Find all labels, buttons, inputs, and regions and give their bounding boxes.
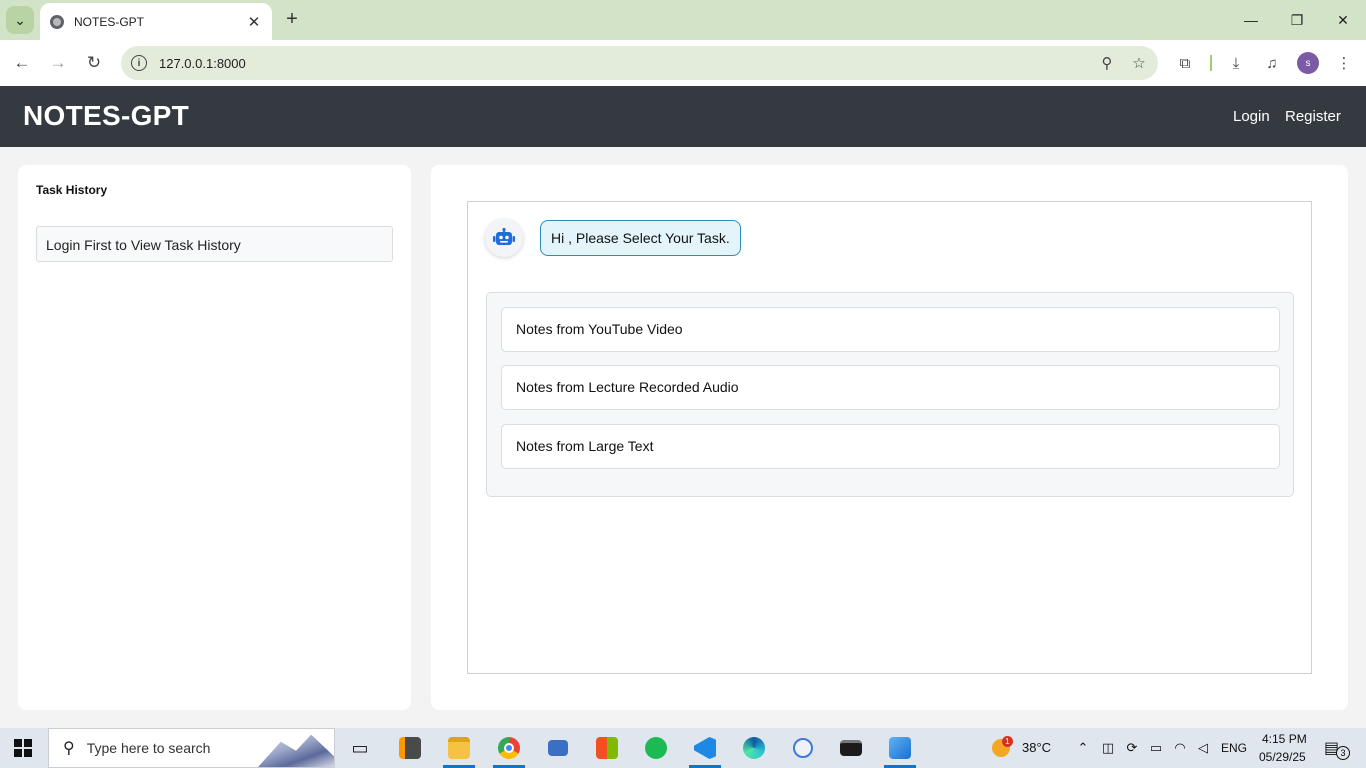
- taskbar-app-chrome[interactable]: [489, 728, 529, 768]
- task-history-title: Task History: [36, 183, 108, 197]
- taskbar-app-edge[interactable]: [734, 728, 774, 768]
- weather-temperature: 38°C: [1022, 740, 1052, 755]
- sublime-text-icon: [399, 737, 421, 759]
- forward-button[interactable]: →: [44, 49, 72, 77]
- robot-icon: [493, 228, 515, 245]
- reload-button[interactable]: ↻: [80, 49, 108, 77]
- download-icon[interactable]: ⤓: [1223, 50, 1249, 76]
- taskbar-app-generic[interactable]: [783, 728, 823, 768]
- bot-greeting-bubble: Hi , Please Select Your Task.: [540, 220, 741, 256]
- spotify-icon: [645, 737, 667, 759]
- taskbar-app-explorer[interactable]: [439, 728, 479, 768]
- chevron-down-icon: ⌄: [14, 11, 26, 28]
- taskbar-app-spotify[interactable]: [636, 728, 676, 768]
- task-history-empty-message: Login First to View Task History: [36, 226, 393, 262]
- windows-start-icon[interactable]: [14, 739, 32, 757]
- vscode-icon: [694, 737, 716, 759]
- store-icon: [596, 737, 618, 759]
- profile-avatar[interactable]: s: [1297, 52, 1319, 74]
- app-launcher-icon: [793, 738, 813, 758]
- task-options-list: Notes from YouTube Video Notes from Lect…: [486, 292, 1294, 497]
- weather-widget[interactable]: 1 38°C: [990, 736, 1060, 760]
- search-icon: ⚲: [63, 740, 75, 757]
- option-text-notes[interactable]: Notes from Large Text: [501, 424, 1280, 469]
- search-highlight-image: [258, 734, 334, 767]
- show-hidden-icons-icon[interactable]: ⌃: [1075, 740, 1091, 756]
- more-menu-icon[interactable]: ⋮: [1331, 50, 1357, 76]
- taskbar-app-network[interactable]: [538, 728, 578, 768]
- language-indicator[interactable]: ENG: [1221, 741, 1247, 755]
- tab-search-button[interactable]: ⌄: [6, 6, 34, 34]
- restore-button[interactable]: ❐: [1282, 6, 1312, 34]
- edge-icon: [743, 737, 765, 759]
- site-navbar: NOTES-GPT Login Register: [0, 86, 1366, 147]
- windows-taskbar: ⚲ Type here to search ▭ 1 38°C ⌃ ◫ ⟳ ▭ ◠…: [0, 728, 1366, 768]
- terminal-icon: [840, 740, 862, 756]
- brand-logo-text[interactable]: NOTES-GPT: [23, 100, 189, 132]
- taskbar-app-vscode[interactable]: [685, 728, 725, 768]
- login-link[interactable]: Login: [1233, 108, 1270, 125]
- tab-title: NOTES-GPT: [74, 14, 145, 29]
- taskbar-app-terminal[interactable]: [831, 728, 871, 768]
- task-view-button[interactable]: ▭: [340, 728, 380, 768]
- bookmark-star-icon[interactable]: ☆: [1126, 50, 1152, 76]
- task-history-panel: Task History Login First to View Task Hi…: [18, 165, 411, 710]
- taskbar-search[interactable]: ⚲ Type here to search: [48, 728, 335, 768]
- new-tab-button[interactable]: +: [281, 8, 303, 30]
- page-content: Task History Login First to View Task Hi…: [0, 147, 1366, 728]
- taskbar-search-placeholder: Type here to search: [86, 740, 211, 756]
- chrome-icon: [498, 737, 520, 759]
- toolbar-divider: [1210, 55, 1212, 71]
- browser-tab-strip: ⌄ NOTES-GPT ✕ + — ❐ ✕: [0, 0, 1366, 40]
- weather-alert-badge: 1: [1002, 736, 1013, 747]
- option-youtube-notes[interactable]: Notes from YouTube Video: [501, 307, 1280, 352]
- network-tool-icon: [548, 740, 568, 756]
- notification-center-button[interactable]: ▤ 3: [1322, 738, 1352, 760]
- sync-icon[interactable]: ⟳: [1124, 740, 1140, 756]
- close-icon[interactable]: ✕: [244, 12, 264, 32]
- globe-icon: [50, 14, 64, 29]
- window-close-button[interactable]: ✕: [1328, 6, 1358, 34]
- battery-icon[interactable]: ▭: [1148, 740, 1164, 756]
- url-text[interactable]: 127.0.0.1:8000: [159, 56, 1094, 71]
- info-icon[interactable]: i: [131, 55, 147, 71]
- notification-count-badge: 3: [1336, 746, 1350, 760]
- media-control-icon[interactable]: ♫: [1259, 50, 1285, 76]
- chat-panel: Hi , Please Select Your Task. Notes from…: [431, 165, 1348, 710]
- chat-window: Hi , Please Select Your Task. Notes from…: [467, 201, 1312, 674]
- meet-now-icon[interactable]: ◫: [1100, 740, 1116, 756]
- bot-avatar: [485, 219, 523, 257]
- wifi-icon[interactable]: ◠: [1172, 740, 1188, 756]
- photos-icon: [889, 737, 911, 759]
- register-link[interactable]: Register: [1285, 108, 1341, 125]
- folder-icon: [448, 737, 470, 759]
- option-audio-notes[interactable]: Notes from Lecture Recorded Audio: [501, 365, 1280, 410]
- task-view-icon: ▭: [351, 737, 369, 758]
- taskbar-app-sublime[interactable]: [390, 728, 430, 768]
- extensions-icon[interactable]: ⧉: [1172, 50, 1198, 76]
- zoom-icon[interactable]: ⚲: [1094, 50, 1120, 76]
- address-bar[interactable]: i 127.0.0.1:8000 ⚲ ☆: [121, 46, 1158, 80]
- clock-time[interactable]: 4:15 PM: [1262, 732, 1307, 746]
- back-button[interactable]: ←: [8, 49, 36, 77]
- minimize-button[interactable]: —: [1236, 6, 1266, 34]
- taskbar-app-photos[interactable]: [880, 728, 920, 768]
- taskbar-app-store[interactable]: [587, 728, 627, 768]
- volume-icon[interactable]: ◁: [1195, 740, 1211, 756]
- clock-date[interactable]: 05/29/25: [1259, 750, 1306, 764]
- browser-toolbar: ← → ↻ i 127.0.0.1:8000 ⚲ ☆ ⧉ ⤓ ♫ ⋮: [0, 40, 1366, 86]
- browser-tab[interactable]: NOTES-GPT ✕: [40, 3, 272, 40]
